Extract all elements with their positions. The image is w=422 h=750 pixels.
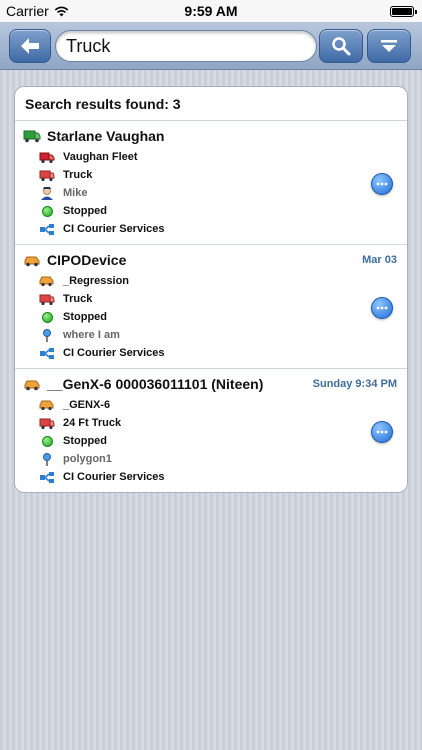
detail-location: where I am <box>39 326 165 344</box>
ellipsis-icon <box>376 306 388 310</box>
detail-text: Mike <box>63 187 88 199</box>
result-title-text: CIPODevice <box>47 252 127 268</box>
detail-text: CI Courier Services <box>63 223 165 235</box>
detail-text: where I am <box>63 329 120 341</box>
firetruck-icon <box>39 415 55 431</box>
detail-text: 24 Ft Truck <box>63 417 122 429</box>
battery-icon <box>390 6 417 17</box>
detail-text: CI Courier Services <box>63 471 165 483</box>
car-icon <box>24 380 40 390</box>
result-title-text: __GenX-6 000036011101 (Niteen) <box>47 376 264 392</box>
result-title: __GenX-6 000036011101 (Niteen) <box>23 376 263 392</box>
result-title: Starlane Vaughan <box>23 128 164 144</box>
detail-fleet: Vaughan Fleet <box>39 148 165 166</box>
detail-location: polygon1 <box>39 450 165 468</box>
detail-text: Truck <box>63 169 93 181</box>
detail-text: CI Courier Services <box>63 347 165 359</box>
search-toolbar <box>0 22 422 70</box>
detail-status: Stopped <box>39 202 165 220</box>
firetruck-icon <box>39 291 55 307</box>
result-title-text: Starlane Vaughan <box>47 128 165 144</box>
pin-icon <box>39 451 55 467</box>
detail-text: Stopped <box>63 311 107 323</box>
car-icon <box>39 273 55 289</box>
detail-text: _GENX-6 <box>63 399 111 411</box>
search-icon <box>332 37 351 56</box>
result-item[interactable]: CIPODevice Mar 03 _Regression Truck Stop… <box>15 245 407 369</box>
detail-organization: CI Courier Services <box>39 220 165 238</box>
detail-group: _Regression <box>39 272 165 290</box>
hierarchy-icon <box>39 221 55 237</box>
truck-icon <box>23 130 41 143</box>
detail-vehicle-type: 24 Ft Truck <box>39 414 165 432</box>
ellipsis-icon <box>376 182 388 186</box>
firetruck-icon <box>39 167 55 183</box>
chevron-down-icon <box>381 40 397 52</box>
detail-group: _GENX-6 <box>39 396 165 414</box>
more-options-button[interactable] <box>371 173 393 195</box>
back-button[interactable] <box>9 29 51 63</box>
more-options-button[interactable] <box>371 297 393 319</box>
detail-text: Truck <box>63 293 93 305</box>
result-item[interactable]: Starlane Vaughan Vaughan Fleet Truck Mik… <box>15 121 407 245</box>
search-button[interactable] <box>319 29 363 63</box>
hierarchy-icon <box>39 345 55 361</box>
detail-status: Stopped <box>39 432 165 450</box>
status-dot-icon <box>39 203 55 219</box>
detail-organization: CI Courier Services <box>39 468 165 486</box>
search-results-card: Search results found: 3 Starlane Vaughan… <box>14 86 408 493</box>
detail-text: Vaughan Fleet <box>63 151 138 163</box>
hierarchy-icon <box>39 469 55 485</box>
detail-vehicle-type: Truck <box>39 290 165 308</box>
detail-vehicle-type: Truck <box>39 166 165 184</box>
detail-text: Stopped <box>63 205 107 217</box>
pin-icon <box>39 327 55 343</box>
truck-icon <box>39 149 55 165</box>
more-options-button[interactable] <box>371 421 393 443</box>
result-date: Sunday 9:34 PM <box>312 378 397 390</box>
detail-text: Stopped <box>63 435 107 447</box>
result-item[interactable]: __GenX-6 000036011101 (Niteen) Sunday 9:… <box>15 369 407 492</box>
detail-organization: CI Courier Services <box>39 344 165 362</box>
status-bar: Carrier 9:59 AM <box>0 0 422 22</box>
result-date: Mar 03 <box>362 254 397 266</box>
detail-driver: Mike <box>39 184 165 202</box>
arrow-left-icon <box>21 38 39 54</box>
status-dot-icon <box>39 309 55 325</box>
results-count: Search results found: 3 <box>15 87 407 121</box>
status-dot-icon <box>39 433 55 449</box>
car-icon <box>39 397 55 413</box>
result-title: CIPODevice <box>23 252 126 268</box>
car-icon <box>24 256 40 266</box>
driver-icon <box>39 185 55 201</box>
filter-button[interactable] <box>367 29 411 63</box>
ellipsis-icon <box>376 430 388 434</box>
detail-text: polygon1 <box>63 453 112 465</box>
clock: 9:59 AM <box>184 3 238 19</box>
detail-status: Stopped <box>39 308 165 326</box>
search-input[interactable] <box>55 30 317 62</box>
detail-text: _Regression <box>63 275 130 287</box>
